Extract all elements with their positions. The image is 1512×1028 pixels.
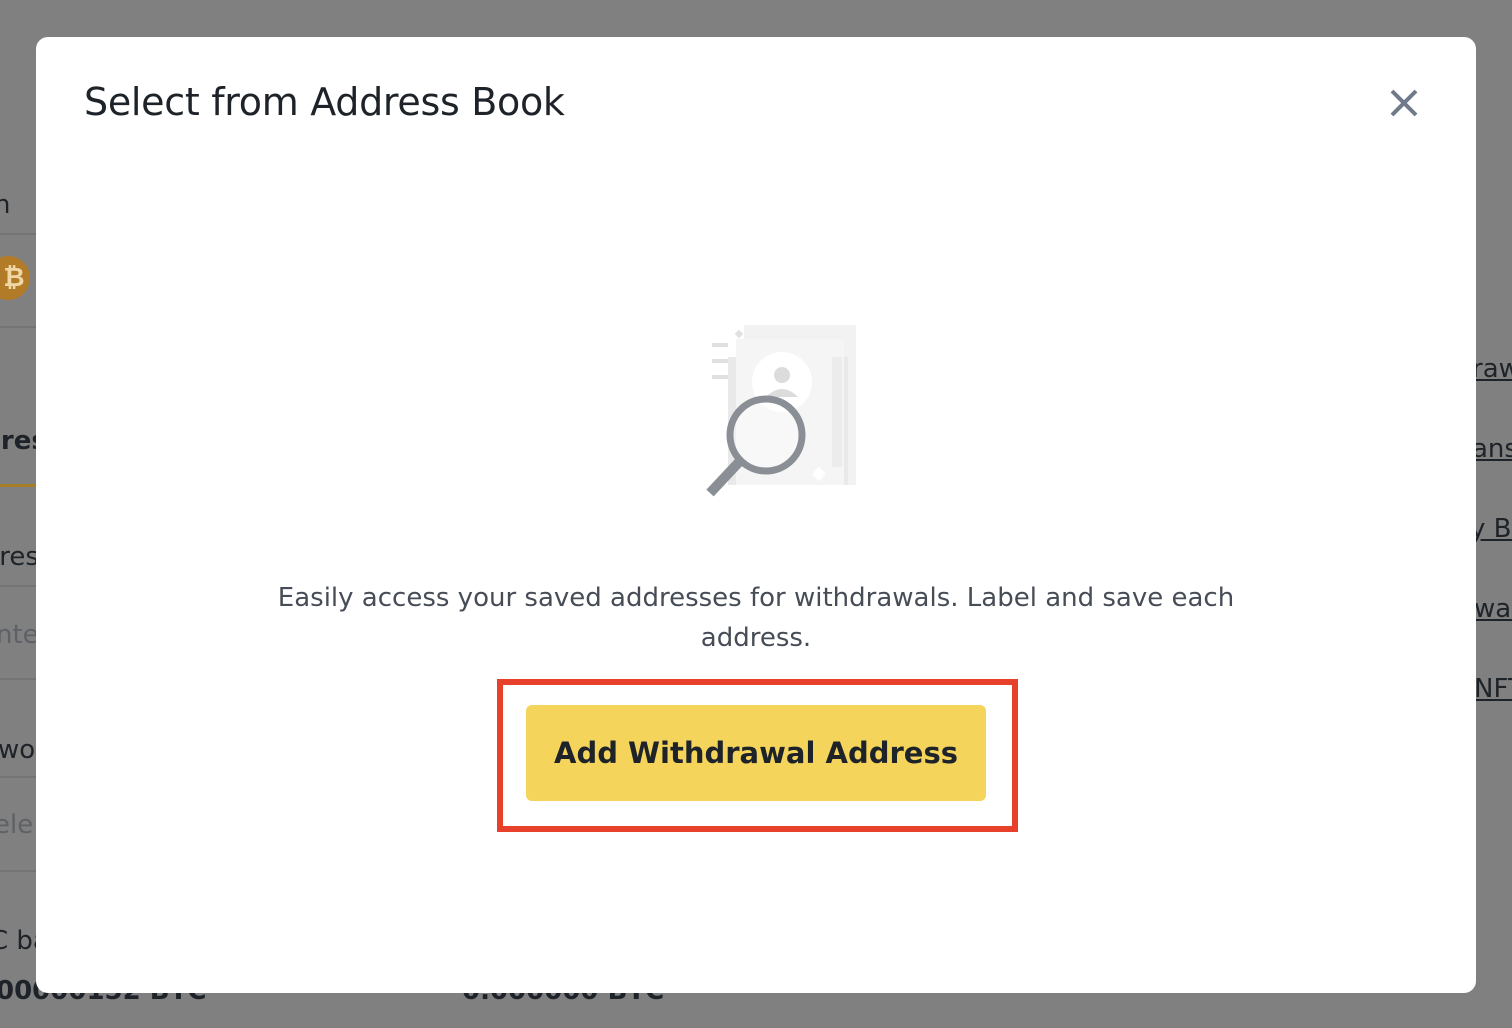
address-book-modal: Select from Address Book Easily access y… bbox=[36, 37, 1476, 993]
bg-link-fragment: ans bbox=[1472, 434, 1512, 464]
bg-link-fragment: y BI bbox=[1470, 514, 1512, 544]
bg-divider bbox=[0, 326, 36, 328]
bitcoin-coin-icon: ₿ bbox=[0, 256, 30, 300]
address-book-search-icon bbox=[706, 325, 856, 497]
empty-state-description: Easily access your saved addresses for w… bbox=[277, 583, 1235, 653]
close-icon bbox=[1390, 89, 1418, 117]
bg-fragment-coin-label: n bbox=[0, 190, 11, 220]
bg-divider bbox=[0, 776, 36, 778]
bg-tab-underline bbox=[0, 484, 36, 487]
bg-divider bbox=[0, 870, 36, 872]
modal-title: Select from Address Book bbox=[84, 80, 565, 124]
close-button[interactable] bbox=[1382, 81, 1426, 125]
bg-fragment-network-label: wo bbox=[0, 735, 36, 765]
bg-divider bbox=[0, 233, 36, 235]
add-withdrawal-address-button[interactable]: Add Withdrawal Address bbox=[526, 705, 986, 801]
bg-fragment-select-placeholder: ele bbox=[0, 810, 34, 840]
bg-link-fragment: wal bbox=[1474, 594, 1512, 624]
bg-divider bbox=[0, 678, 36, 680]
bg-fragment-address-label: lres bbox=[0, 542, 39, 572]
bg-link-fragment: NFT bbox=[1474, 674, 1512, 704]
bg-divider bbox=[0, 585, 36, 587]
bg-link-fragment: raw bbox=[1472, 354, 1512, 384]
bg-fragment-enter-placeholder: nte bbox=[0, 620, 39, 650]
